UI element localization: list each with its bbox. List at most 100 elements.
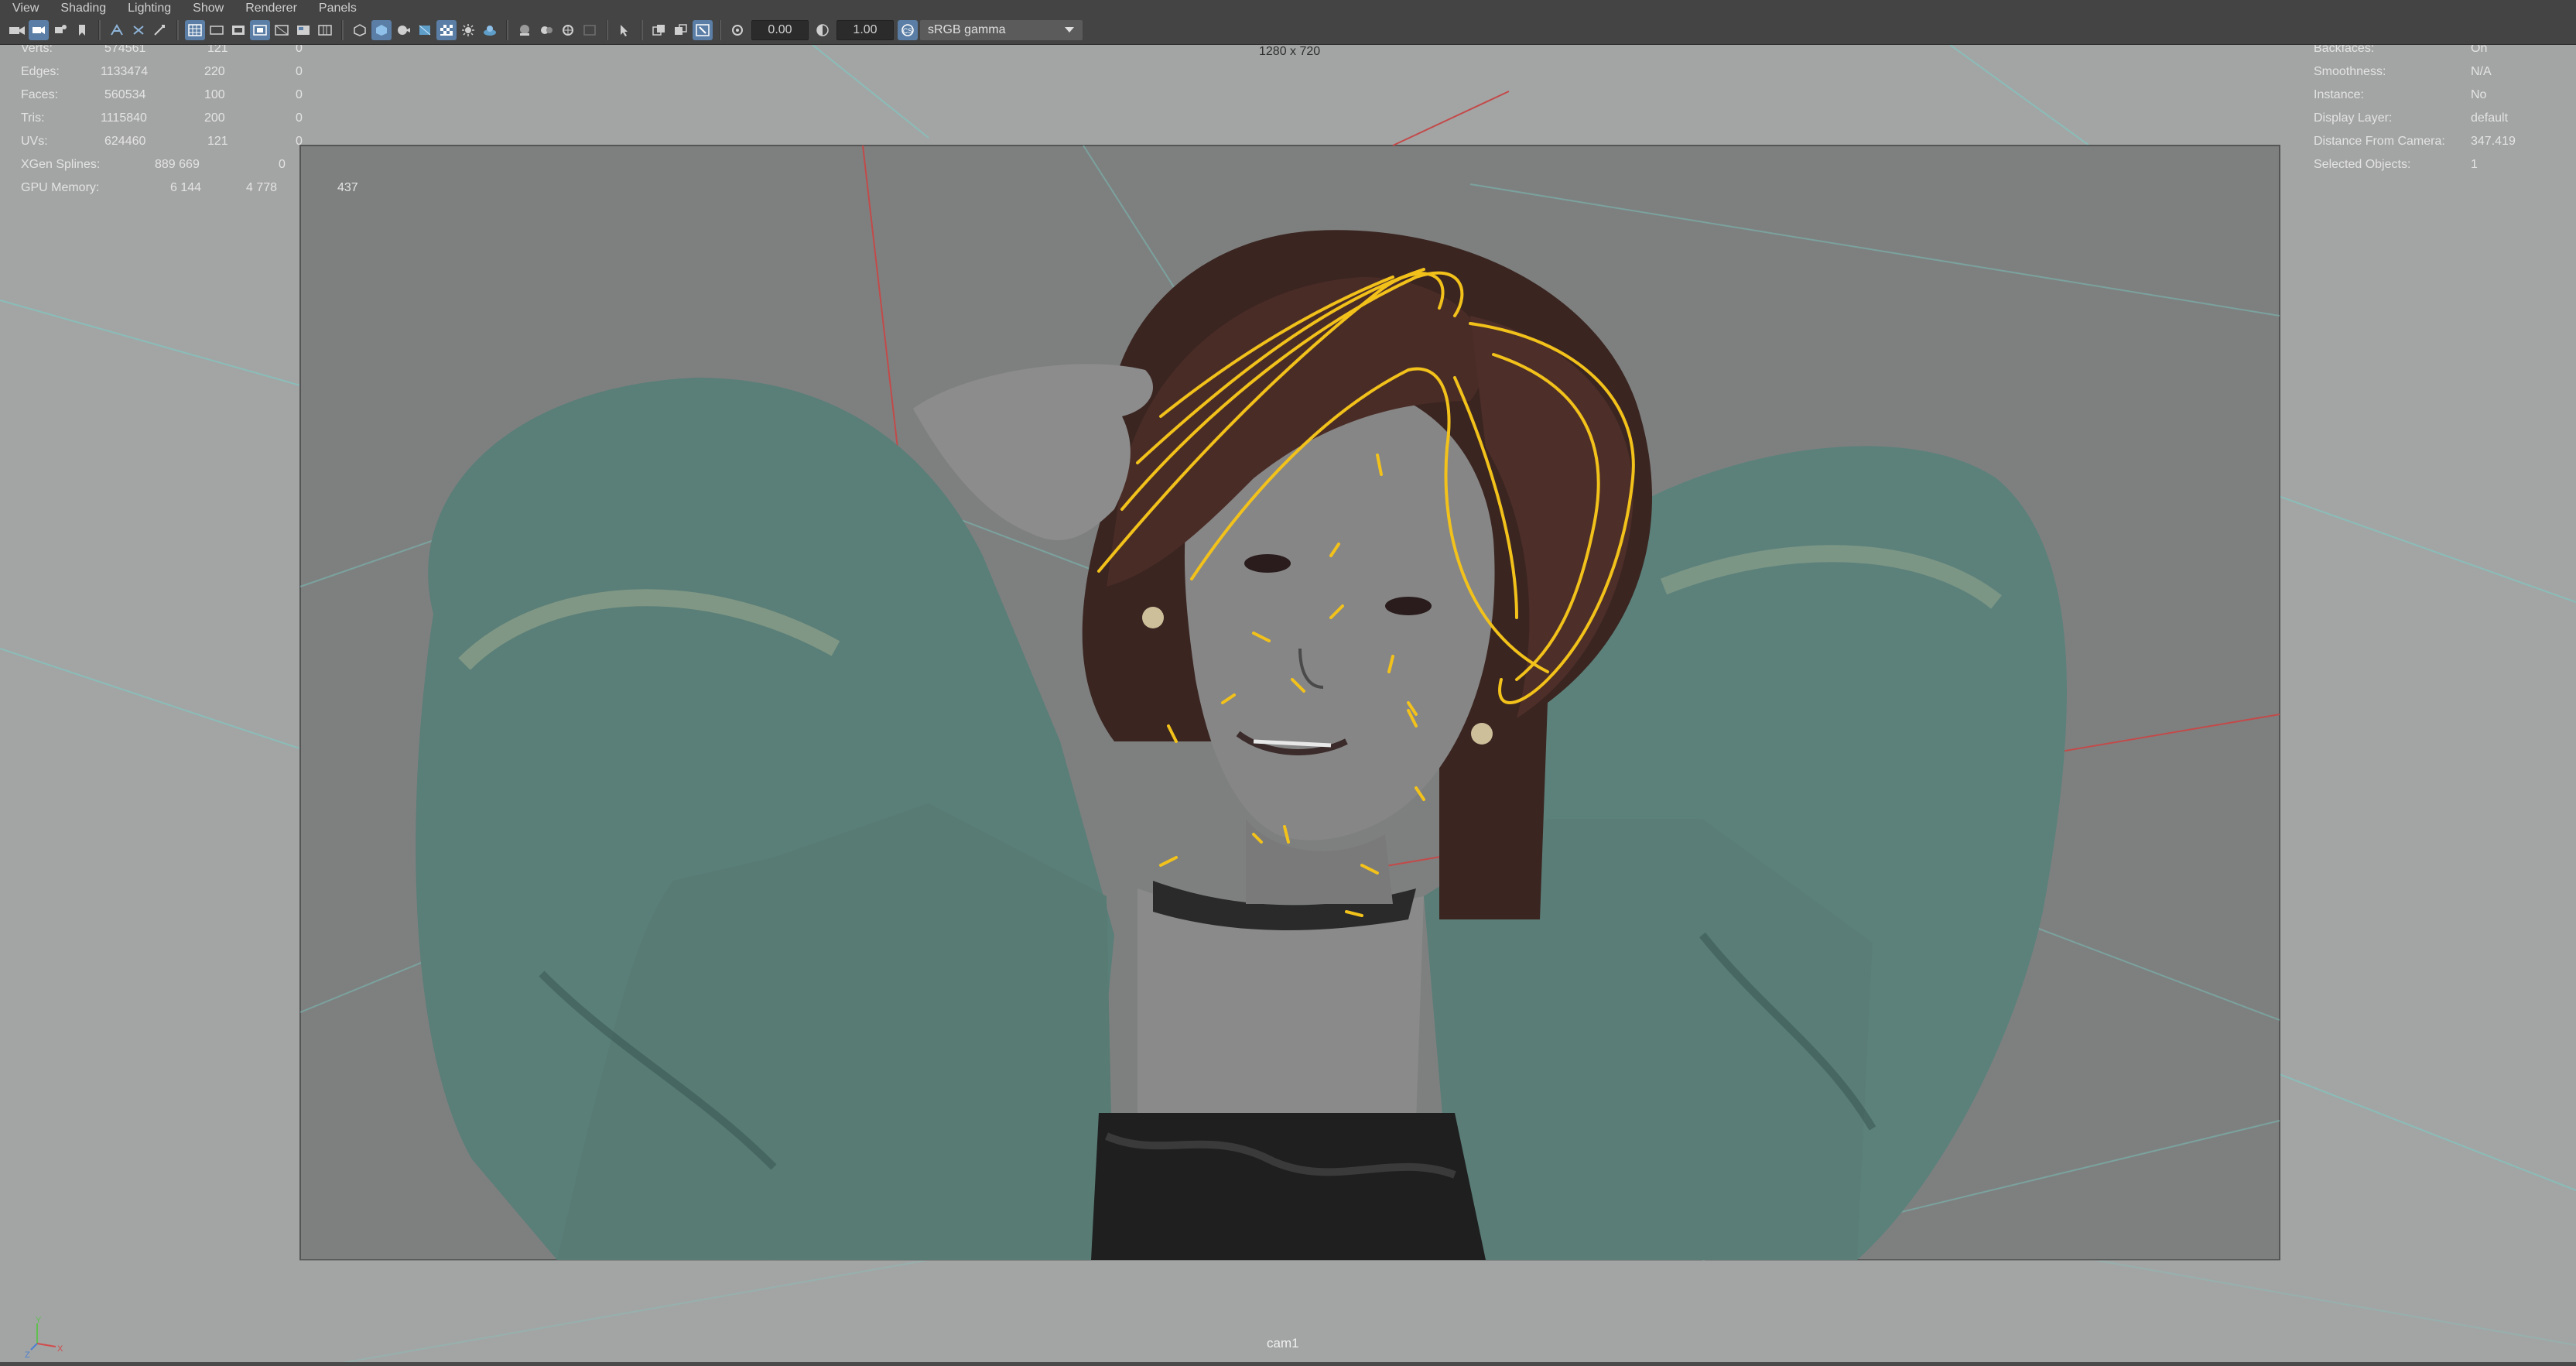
default-material-icon[interactable] [315, 20, 335, 40]
render-view-icon[interactable] [671, 20, 691, 40]
hud-value: N/A [2471, 65, 2492, 78]
menu-renderer[interactable]: Renderer [233, 0, 306, 16]
hud-value-faces: 0 [296, 135, 303, 148]
gamma-icon[interactable] [812, 20, 833, 40]
toolbar-separator [719, 20, 721, 40]
hud-label: Edges: [21, 65, 60, 78]
view-axis-icon: Y Z X [25, 1316, 63, 1360]
hud-label: Verts: [21, 45, 53, 55]
svg-text:CS: CS [903, 27, 913, 35]
hud-value-faces: 0 [296, 88, 303, 101]
menu-bar: View Shading Lighting Show Renderer Pane… [0, 0, 2576, 16]
menu-shading[interactable]: Shading [48, 0, 115, 16]
hud-label: UVs: [21, 135, 48, 148]
hud-value-total: 889 669 [155, 158, 200, 171]
hud-value-faces: 437 [337, 181, 358, 194]
menu-panels[interactable]: Panels [306, 0, 366, 16]
hud-label: Display Layer: [2314, 111, 2393, 125]
antialias-icon[interactable] [480, 20, 500, 40]
menu-show[interactable]: Show [180, 0, 233, 16]
gpu-cache-icon[interactable] [558, 20, 578, 40]
menu-lighting[interactable]: Lighting [115, 0, 180, 16]
exposure-icon[interactable] [727, 20, 747, 40]
viewport-3d[interactable]: 1280 x 720 Verts: 574561 121 0 Edges: 11… [0, 45, 2576, 1366]
toolbar-separator [176, 20, 179, 40]
earring-left [1142, 607, 1164, 628]
camera-name-label: cam1 [1267, 1336, 1299, 1351]
xray-active-icon[interactable] [250, 20, 270, 40]
earring-right [1471, 723, 1493, 745]
hud-value-faces: 0 [296, 65, 303, 78]
color-space-value: sRGB gamma [928, 23, 1006, 36]
hud-value: 347.419 [2471, 135, 2516, 148]
film-gate-icon[interactable] [128, 20, 149, 40]
color-management-icon[interactable]: CS [898, 20, 918, 40]
hud-value-selected: 121 [207, 135, 228, 148]
hud-label: Faces: [21, 88, 59, 101]
ambient-occlusion-icon[interactable] [436, 20, 457, 40]
motion-blur-icon[interactable] [458, 20, 478, 40]
scene-render[interactable] [0, 45, 2576, 1366]
image-plane-icon[interactable] [72, 20, 92, 40]
field-chart-icon[interactable] [207, 20, 227, 40]
hud-label: Backfaces: [2314, 45, 2375, 55]
hud-label: Smoothness: [2314, 65, 2386, 78]
hud-label: Tris: [21, 111, 45, 125]
hud-label: Distance From Camera: [2314, 135, 2445, 148]
axis-z-label: Z [25, 1351, 30, 1360]
bookmark-icon[interactable] [50, 20, 70, 40]
hud-value: default [2471, 111, 2509, 125]
camera-attributes-icon[interactable] [29, 20, 49, 40]
hud-value-selected: 220 [204, 65, 225, 78]
manipulator-icon[interactable] [693, 20, 713, 40]
hud-value-faces: 0 [296, 111, 303, 125]
gate-mask-icon[interactable] [185, 20, 205, 40]
hud-value-selected: 200 [204, 111, 225, 125]
shadows-icon[interactable] [415, 20, 435, 40]
xray-icon[interactable] [350, 20, 370, 40]
select-tool-icon[interactable] [614, 20, 635, 40]
panel-toolbar: 0.00 1.00 CS sRGB gamma [0, 16, 2576, 45]
toolbar-separator [341, 20, 344, 40]
hud-label: Instance: [2314, 88, 2364, 101]
xray-joints-icon[interactable] [536, 20, 556, 40]
safe-action-icon[interactable] [228, 20, 248, 40]
hud-value-total: 1133474 [101, 65, 149, 78]
camera-icon[interactable] [7, 20, 27, 40]
toolbar-separator [98, 20, 101, 40]
color-space-dropdown[interactable]: sRGB gamma [920, 20, 1083, 40]
hud-value-total: 624460 [104, 135, 146, 148]
hud-value-total: 6 144 [170, 181, 202, 194]
exposure-field[interactable]: 0.00 [751, 20, 809, 40]
hud-value-selected: 4 778 [246, 181, 278, 194]
hud-label: XGen Splines: [21, 158, 101, 171]
hud-value-selected: 100 [204, 88, 225, 101]
hud-toggle-icon[interactable] [580, 20, 600, 40]
hud-value: 1 [2471, 158, 2478, 171]
wireframe-icon[interactable] [272, 20, 292, 40]
hud-value-selected: 0 [279, 158, 286, 171]
hud-value-selected: 121 [207, 45, 228, 55]
toolbar-separator [606, 20, 608, 40]
hud-value-total: 1115840 [101, 111, 147, 125]
hud-value: No [2471, 88, 2487, 101]
hud-value-total: 560534 [104, 88, 146, 101]
panel-bottom-border [0, 1362, 2576, 1366]
textured-icon[interactable] [371, 20, 392, 40]
gamma-field[interactable]: 1.00 [836, 20, 894, 40]
isolate-select-icon[interactable] [515, 20, 535, 40]
toolbar-separator [641, 20, 643, 40]
hud-label: GPU Memory: [21, 181, 100, 194]
resolution-gate-icon[interactable] [150, 20, 170, 40]
hud-value-total: 574561 [104, 45, 146, 55]
snapshot-icon[interactable] [649, 20, 669, 40]
resolution-label: 1280 x 720 [1259, 45, 1321, 58]
menu-view[interactable]: View [0, 0, 48, 16]
eye-right [1385, 597, 1432, 615]
lights-icon[interactable] [393, 20, 413, 40]
smooth-shade-icon[interactable] [293, 20, 313, 40]
eye-left [1244, 554, 1291, 573]
grid-icon[interactable] [107, 20, 127, 40]
hud-label: Selected Objects: [2314, 158, 2411, 171]
hud-value: On [2471, 45, 2488, 55]
